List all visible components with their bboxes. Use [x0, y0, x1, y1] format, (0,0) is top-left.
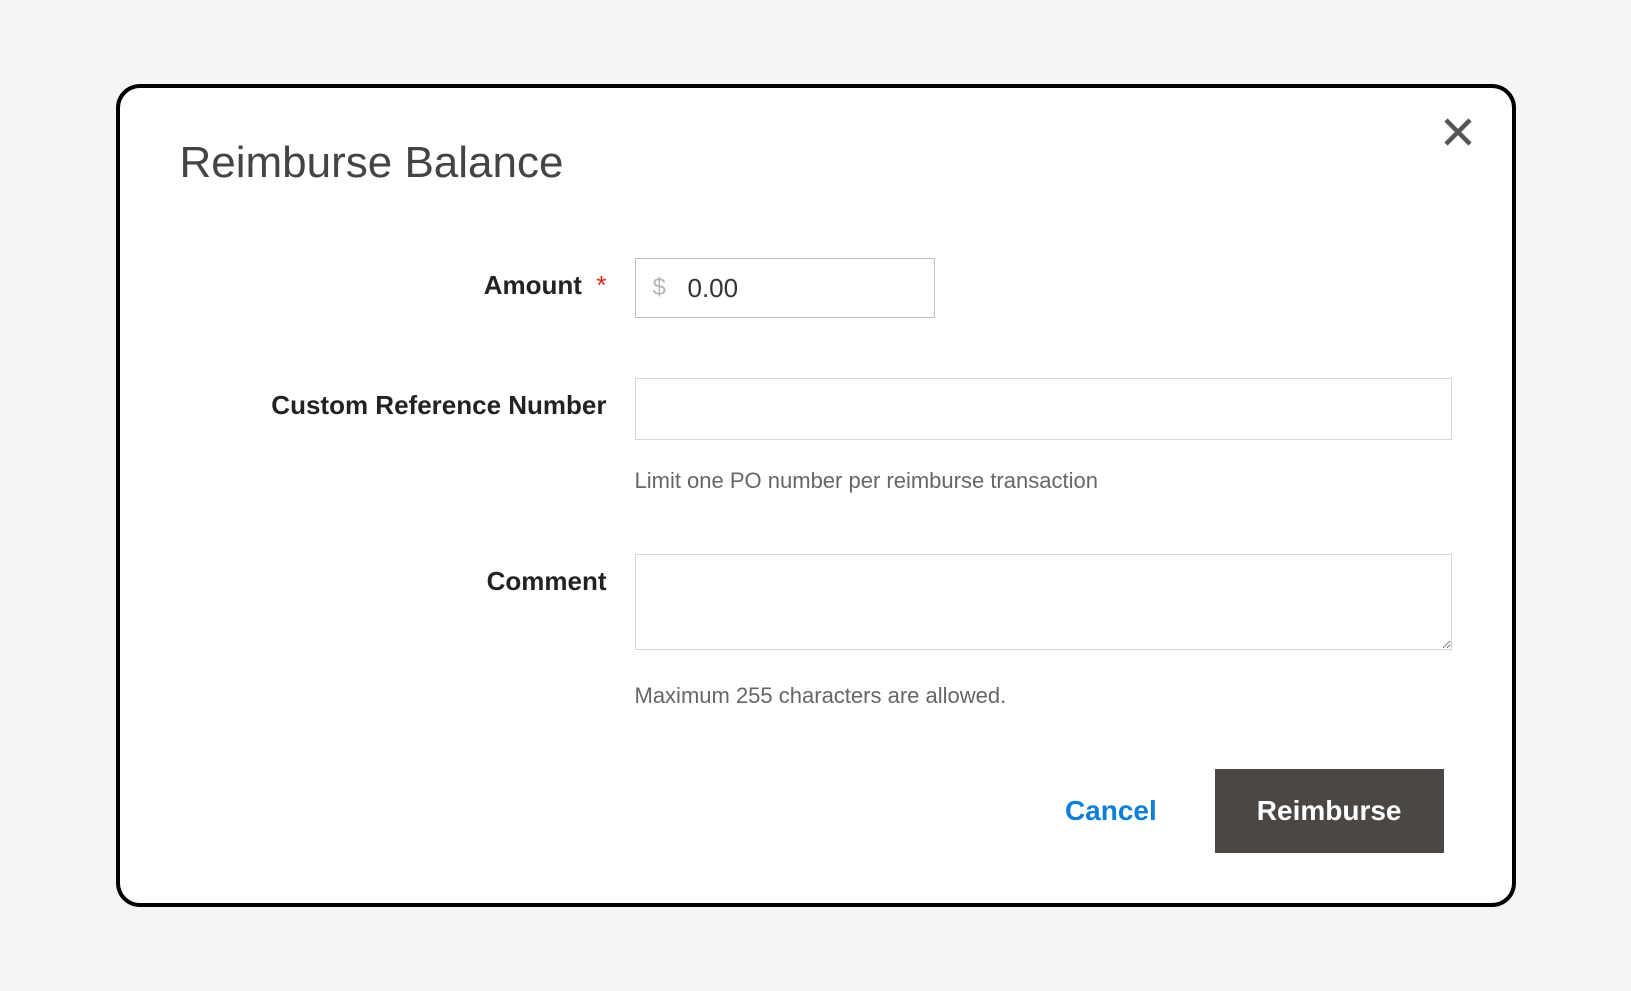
close-button[interactable]	[1432, 106, 1484, 161]
comment-help-text: Maximum 255 characters are allowed.	[635, 683, 1452, 709]
reimburse-button[interactable]: Reimburse	[1215, 769, 1444, 853]
amount-input-wrap: $	[635, 258, 935, 318]
reimburse-balance-modal: Reimburse Balance Amount * $ Custom Refe…	[116, 84, 1516, 907]
reference-row: Custom Reference Number Limit one PO num…	[180, 378, 1452, 494]
cancel-button[interactable]: Cancel	[1057, 783, 1165, 839]
amount-input-col: $	[635, 258, 1452, 318]
modal-actions: Cancel Reimburse	[180, 769, 1452, 853]
amount-row: Amount * $	[180, 258, 1452, 318]
modal-title: Reimburse Balance	[180, 138, 1452, 188]
comment-textarea[interactable]	[635, 554, 1452, 650]
amount-label: Amount	[484, 270, 582, 300]
amount-label-col: Amount *	[180, 258, 635, 301]
reference-input[interactable]	[635, 378, 1452, 440]
reference-label-col: Custom Reference Number	[180, 378, 635, 421]
reference-input-col: Limit one PO number per reimburse transa…	[635, 378, 1452, 494]
required-asterisk: *	[596, 270, 606, 300]
comment-input-col: Maximum 255 characters are allowed.	[635, 554, 1452, 709]
comment-label: Comment	[487, 566, 607, 596]
reference-help-text: Limit one PO number per reimburse transa…	[635, 468, 1452, 494]
close-icon	[1440, 114, 1476, 150]
comment-row: Comment Maximum 255 characters are allow…	[180, 554, 1452, 709]
amount-input[interactable]	[635, 258, 935, 318]
comment-label-col: Comment	[180, 554, 635, 597]
reference-label: Custom Reference Number	[271, 390, 606, 420]
